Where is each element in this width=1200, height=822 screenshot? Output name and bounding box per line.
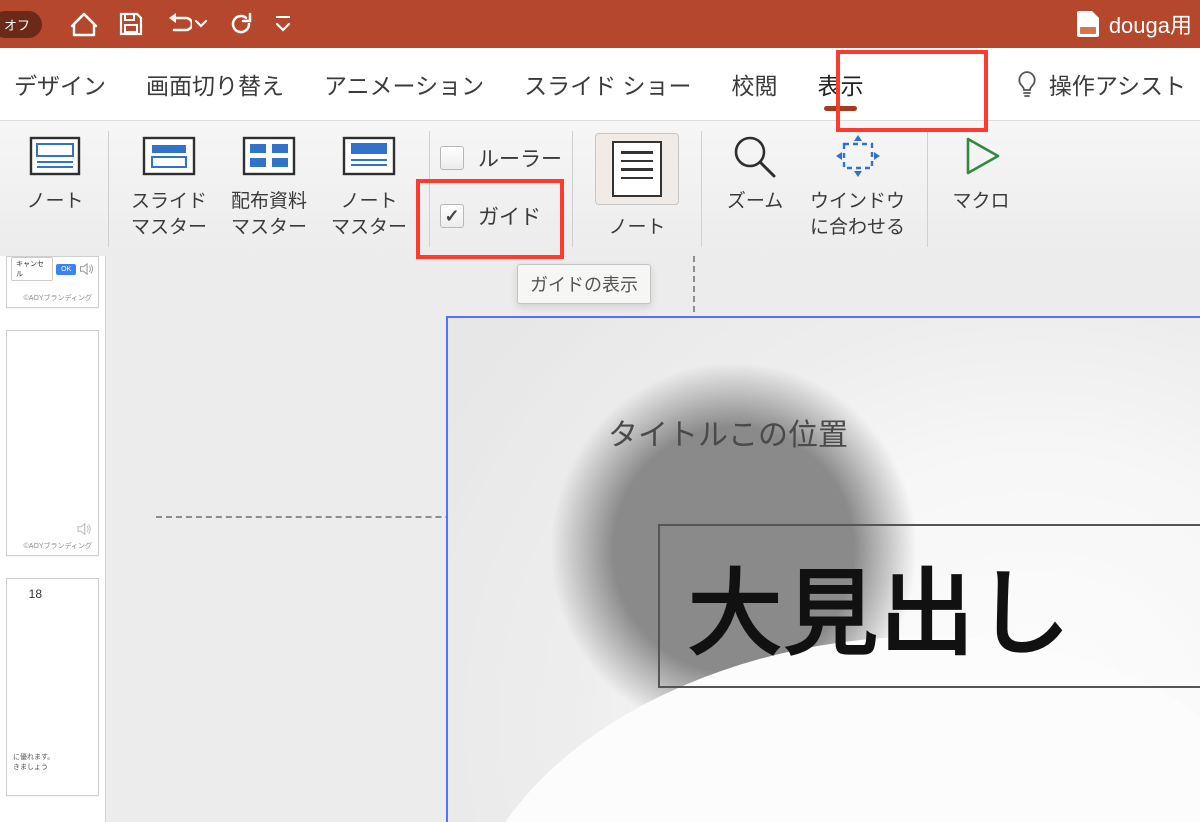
ruler-checkbox-row[interactable]: ルーラー — [440, 139, 562, 177]
active-slide[interactable]: タイトルこの位置 大見出し — [446, 316, 1200, 822]
powerpoint-file-icon — [1077, 11, 1099, 37]
ruler-checkbox[interactable] — [440, 146, 464, 170]
thumb-body-text: に優れます。 きましょう — [13, 753, 92, 773]
document-name: douga用 — [1109, 8, 1192, 40]
zoom-icon — [724, 133, 786, 179]
tab-design[interactable]: デザイン — [14, 59, 106, 109]
slide-master-icon — [138, 133, 200, 179]
thumbnail-slide[interactable]: ©AOYブランディング — [6, 330, 99, 556]
fit-window-button[interactable]: ウインドウ に合わせる — [798, 133, 917, 240]
undo-button[interactable] — [164, 12, 208, 36]
zoom-label: ズーム — [727, 189, 783, 215]
title-placeholder-hint[interactable]: タイトルこの位置 — [608, 410, 848, 454]
thumb-credit: ©AOYブランディング — [24, 293, 92, 303]
notes-view-icon — [24, 133, 86, 179]
tell-me-assist[interactable]: 操作アシスト — [1049, 67, 1186, 101]
macro-label: マクロ — [953, 189, 1010, 215]
handout-master-button[interactable]: 配布資料 マスター — [219, 133, 319, 240]
notes-pane-button[interactable]: ノート — [583, 133, 691, 241]
chevron-down-icon[interactable] — [194, 17, 208, 31]
qat-overflow-icon[interactable] — [274, 13, 292, 35]
tab-review[interactable]: 校閲 — [731, 59, 777, 109]
mini-ok-button: OK — [56, 264, 76, 275]
ribbon-tabs: デザイン 画面切り替え アニメーション スライド ショー 校閲 表示 操作アシス… — [0, 48, 1200, 121]
guide-checkbox-row[interactable]: ガイド — [440, 197, 541, 235]
tab-animation[interactable]: アニメーション — [324, 59, 484, 109]
headline-textbox[interactable]: 大見出し — [658, 524, 1200, 688]
home-icon[interactable] — [70, 11, 98, 37]
autosave-off-pill[interactable]: オフ — [0, 11, 42, 38]
thumbnail-slide[interactable]: 18 に優れます。 きましょう — [6, 578, 99, 796]
thumbnail-rail[interactable]: キャンセル OK ©AOYブランディング ©AOYブランディング 18 に優れま… — [0, 256, 106, 822]
headline-text: 大見出し — [688, 538, 1072, 674]
zoom-button[interactable]: ズーム — [712, 133, 798, 215]
speaker-icon — [79, 263, 94, 275]
slide-number: 18 — [29, 587, 42, 601]
guide-checkbox[interactable] — [440, 204, 464, 228]
thumb-credit: ©AOYブランディング — [24, 541, 92, 551]
macro-button[interactable]: マクロ — [938, 133, 1024, 215]
ribbon-view: ノート スライド マスター 配布資料 マスター ノート マスター — [0, 121, 1200, 258]
slide-master-label: スライド マスター — [131, 189, 207, 240]
tab-transition[interactable]: 画面切り替え — [146, 59, 284, 109]
tab-view[interactable]: 表示 — [817, 59, 863, 109]
save-icon[interactable] — [118, 11, 144, 37]
document-title: douga用 — [1077, 8, 1192, 40]
guide-label: ガイド — [478, 201, 541, 231]
notes-view-button[interactable]: ノート — [12, 133, 98, 215]
tab-slideshow[interactable]: スライド ショー — [524, 59, 691, 109]
workspace: キャンセル OK ©AOYブランディング ©AOYブランディング 18 に優れま… — [0, 256, 1200, 822]
mini-cancel-button: キャンセル — [11, 257, 53, 281]
notes-master-icon — [338, 133, 400, 179]
slide-master-button[interactable]: スライド マスター — [119, 133, 219, 240]
lightbulb-icon — [1015, 69, 1039, 99]
thumbnail-slide[interactable]: キャンセル OK ©AOYブランディング — [6, 256, 99, 308]
repeat-icon[interactable] — [228, 11, 254, 37]
notes-master-button[interactable]: ノート マスター — [319, 133, 419, 240]
fit-window-label: ウインドウ に合わせる — [810, 189, 905, 240]
notes-pane-icon — [595, 133, 679, 205]
notes-pane-label: ノート — [609, 215, 666, 241]
handout-master-label: 配布資料 マスター — [231, 189, 307, 240]
macro-play-icon — [950, 133, 1012, 179]
notes-view-label: ノート — [26, 189, 83, 215]
ruler-label: ルーラー — [478, 143, 562, 173]
handout-master-icon — [238, 133, 300, 179]
title-bar: オフ douga用 — [0, 0, 1200, 48]
slide-canvas[interactable]: タイトルこの位置 大見出し — [106, 256, 1200, 822]
speaker-icon — [76, 523, 92, 535]
fit-window-icon — [827, 133, 889, 179]
guide-tooltip: ガイドの表示 — [517, 264, 651, 304]
notes-master-label: ノート マスター — [331, 189, 407, 240]
